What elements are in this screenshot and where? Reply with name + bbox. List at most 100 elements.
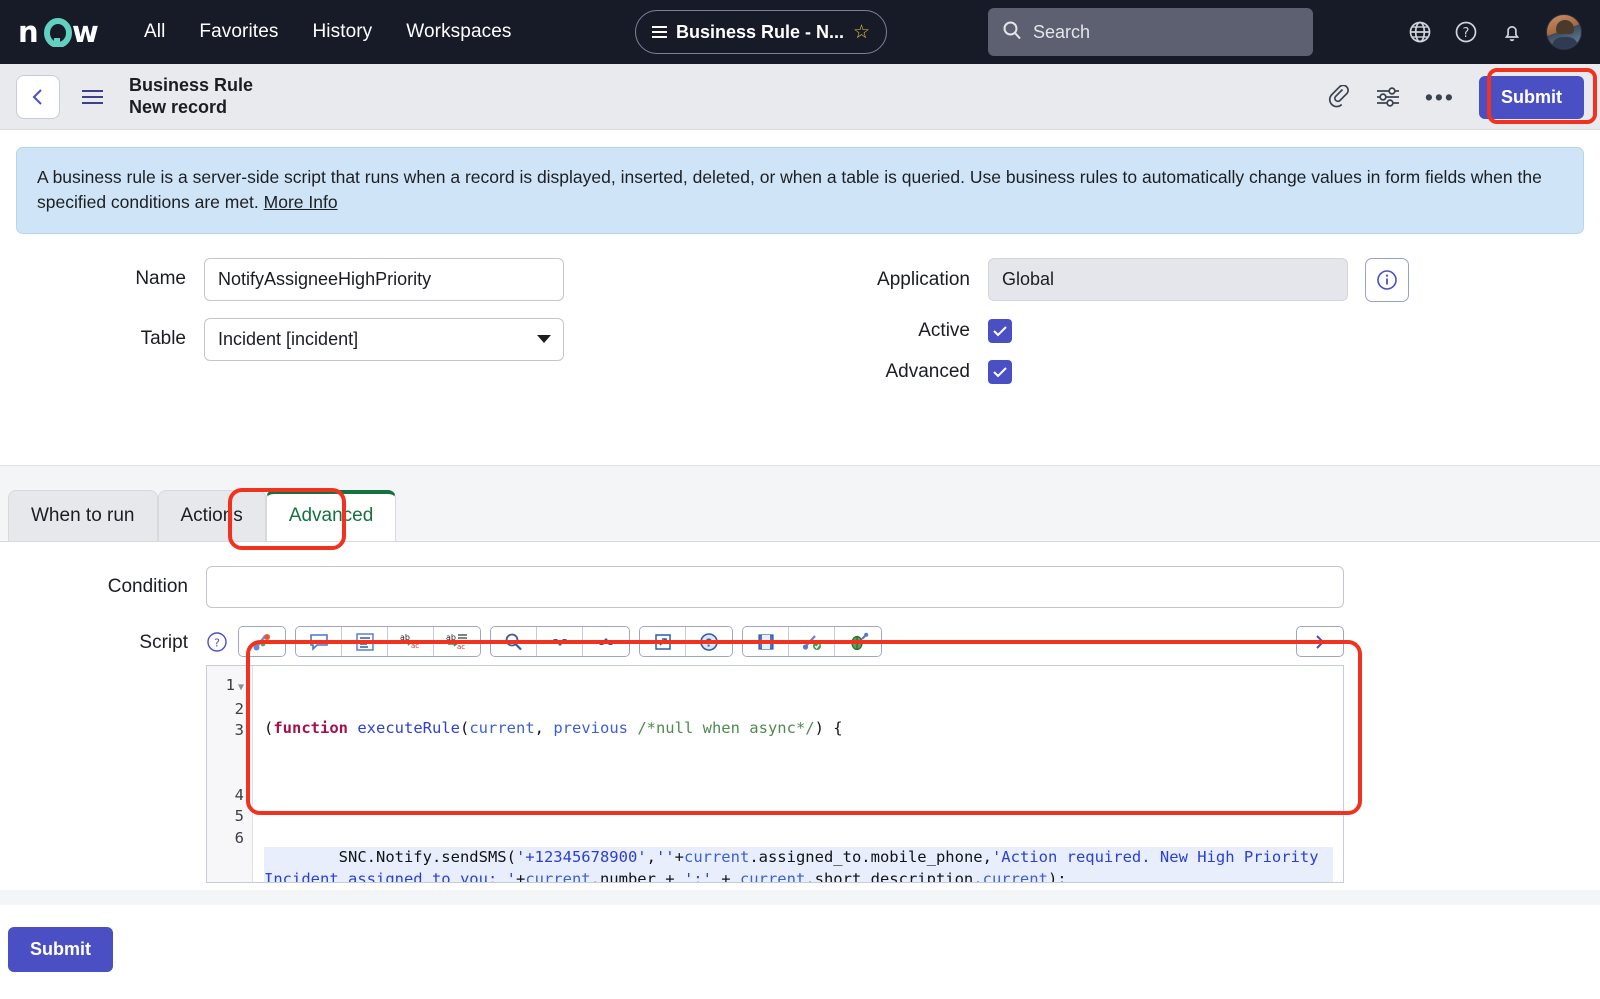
nav-link-workspaces[interactable]: Workspaces (406, 21, 511, 43)
toolbar-group-find (490, 626, 630, 657)
advanced-tab-panel: Condition Script ? ab ac ab ac ? 1 ▼ 2 3… (0, 541, 1600, 890)
line-number: 3 (234, 721, 244, 739)
field-row-table: Table (16, 317, 800, 361)
condition-label: Condition (107, 576, 188, 597)
open-record-tab[interactable]: Business Rule - N... ☆ (635, 10, 888, 54)
section-tabs: When to run Actions Advanced (0, 466, 1600, 541)
svg-text:?: ? (706, 636, 712, 649)
page-title: Business Rule New record (129, 75, 253, 119)
tab-title: Business Rule - N... (676, 21, 845, 42)
more-options-icon[interactable]: ••• (1425, 86, 1455, 109)
toolbar-group-syntax (238, 626, 286, 657)
advanced-checkbox[interactable] (988, 359, 1012, 384)
field-row-condition: Condition (0, 566, 1600, 608)
tab-advanced[interactable]: Advanced (265, 490, 397, 541)
record-subtitle: New record (129, 96, 228, 117)
record-type-title: Business Rule (129, 74, 254, 95)
toolbar-group-save (742, 626, 882, 657)
back-button[interactable] (16, 74, 60, 119)
search-input[interactable]: Search (988, 8, 1313, 56)
form-menu-icon[interactable] (82, 89, 103, 104)
record-header-bar: Business Rule New record ••• Submit (0, 64, 1600, 130)
svg-text:w: w (72, 17, 99, 47)
svg-text:n: n (18, 17, 39, 47)
field-row-name: Name (16, 257, 800, 301)
form-sections: When to run Actions Advanced Condition S… (0, 465, 1600, 905)
line-number: 6 (234, 828, 244, 847)
search-icon (1002, 20, 1022, 45)
condition-input[interactable] (206, 566, 1344, 608)
script-editor-toolbar: ? ab ac ab ac ? (206, 626, 1344, 657)
line-number: 4 (234, 785, 244, 804)
open-in-new-icon[interactable] (640, 627, 686, 656)
field-row-application: Application (800, 257, 1584, 302)
field-row-active: Active (800, 318, 1584, 343)
expand-editor-button[interactable] (1296, 626, 1344, 657)
application-info-button[interactable] (1365, 257, 1409, 302)
svg-text:?: ? (1463, 26, 1470, 41)
servicenow-logo[interactable]: n w (18, 15, 114, 49)
nav-link-all[interactable]: All (144, 21, 165, 43)
line-number: 5 (234, 807, 244, 825)
find-previous-icon[interactable] (583, 627, 629, 656)
favorite-star-icon[interactable]: ☆ (853, 21, 870, 44)
personalize-form-icon[interactable] (1375, 85, 1401, 109)
tab-list-icon (652, 26, 667, 38)
save-icon[interactable] (743, 627, 789, 656)
submit-button-top[interactable]: Submit (1479, 75, 1584, 119)
global-nav-actions: ? (1408, 0, 1582, 64)
tab-actions[interactable]: Actions (157, 490, 266, 541)
editor-line-number-gutter: 1 ▼ 2 3 4 5 6 (207, 666, 253, 882)
format-icon[interactable] (342, 627, 388, 656)
application-input (988, 258, 1348, 302)
form-left-column: Name Table (16, 257, 800, 401)
record-header-actions: ••• Submit (1326, 64, 1584, 130)
find-icon[interactable] (491, 627, 537, 656)
nav-link-favorites[interactable]: Favorites (199, 21, 278, 43)
attachment-icon[interactable] (1326, 84, 1351, 110)
script-editor[interactable]: 1 ▼ 2 3 4 5 6 (function executeRule(curre… (206, 665, 1344, 883)
code-line-3: SNC.Notify.sendSMS('+12345678900',''+cur… (264, 847, 1333, 882)
script-help-icon[interactable]: ? (206, 631, 228, 653)
field-row-advanced: Advanced (800, 359, 1584, 384)
debug-icon[interactable] (835, 627, 881, 656)
form-right-column: Application Active Advanced (800, 257, 1584, 401)
code-line-1: (function executeRule(current, previous … (264, 719, 843, 737)
active-checkbox[interactable] (988, 318, 1012, 343)
tab-when-to-run[interactable]: When to run (8, 490, 158, 541)
svg-text:ab: ab (446, 633, 456, 642)
replace-all-icon[interactable]: ab ac (434, 627, 480, 656)
name-input[interactable] (204, 257, 564, 301)
syntax-check-icon[interactable] (239, 627, 285, 656)
toolbar-group-open: ? (639, 626, 733, 657)
user-avatar[interactable] (1546, 14, 1582, 50)
find-next-icon[interactable] (537, 627, 583, 656)
info-banner: A business rule is a server-side script … (16, 147, 1584, 234)
help-icon[interactable]: ? (686, 627, 732, 656)
svg-text:ac: ac (411, 642, 419, 650)
global-navigation-bar: n w All Favorites History Workspaces Bus… (0, 0, 1600, 64)
line-number: 2 (234, 699, 244, 718)
svg-text:?: ? (214, 636, 220, 649)
application-label: Application (877, 268, 970, 290)
more-info-link[interactable]: More Info (264, 192, 338, 212)
submit-button-bottom[interactable]: Submit (8, 927, 113, 972)
script-tidy-icon[interactable] (789, 627, 835, 656)
notifications-bell-icon[interactable] (1500, 20, 1524, 44)
field-row-script: Script ? ab ac ab ac ? 1 ▼ 2 3 4 5 6 (fu… (0, 608, 1600, 883)
editor-code-area[interactable]: (function executeRule(current, previous … (253, 666, 1343, 882)
help-icon[interactable]: ? (1454, 20, 1478, 44)
chevron-down-icon[interactable] (537, 334, 551, 343)
comment-icon[interactable] (296, 627, 342, 656)
name-label: Name (135, 268, 186, 290)
fold-arrow-icon: ▼ (237, 682, 244, 693)
global-nav-links: All Favorites History Workspaces (144, 21, 511, 43)
line-number: 1 ▼ (225, 676, 244, 694)
toolbar-group-edit: ab ac ab ac (295, 626, 481, 657)
nav-link-history[interactable]: History (312, 21, 372, 43)
replace-icon[interactable]: ab ac (388, 627, 434, 656)
table-select[interactable] (204, 317, 564, 361)
active-label: Active (918, 319, 970, 341)
globe-icon[interactable] (1408, 20, 1432, 44)
